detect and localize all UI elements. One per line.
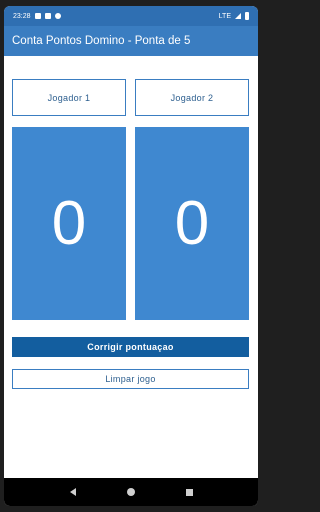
signal-icon (235, 13, 241, 19)
clear-game-button[interactable]: Limpar jogo (12, 369, 249, 389)
status-right: LTE (219, 12, 249, 20)
sync-icon (44, 13, 51, 19)
app-bar: Conta Pontos Domino - Ponta de 5 (4, 26, 258, 56)
navigation-bar (4, 478, 258, 506)
notification-icon (34, 13, 41, 19)
status-left: 23:28 (13, 13, 61, 20)
status-bar: 23:28 LTE (4, 6, 258, 26)
network-label: LTE (218, 12, 231, 20)
player-2-score: 0 (174, 189, 210, 258)
page-title: Conta Pontos Domino - Ponta de 5 (12, 35, 191, 47)
status-time: 23:28 (13, 12, 31, 20)
player-1-score-panel[interactable]: 0 (12, 127, 126, 320)
app-notification-icon (54, 13, 61, 19)
player-1-button[interactable]: Jogador 1 (12, 79, 126, 116)
home-icon[interactable] (126, 488, 135, 496)
player-1-score: 0 (51, 189, 87, 258)
recent-apps-icon[interactable] (185, 488, 193, 496)
device-frame: 23:28 LTE Conta Pontos Domino - Ponta de… (0, 0, 262, 512)
player-2-button[interactable]: Jogador 2 (135, 79, 249, 116)
app-screen: 23:28 LTE Conta Pontos Domino - Ponta de… (4, 6, 258, 506)
player-2-score-panel[interactable]: 0 (135, 127, 249, 320)
battery-icon (245, 12, 249, 20)
correct-score-button[interactable]: Corrigir pontuaçao (12, 337, 249, 357)
back-icon[interactable] (69, 488, 76, 496)
